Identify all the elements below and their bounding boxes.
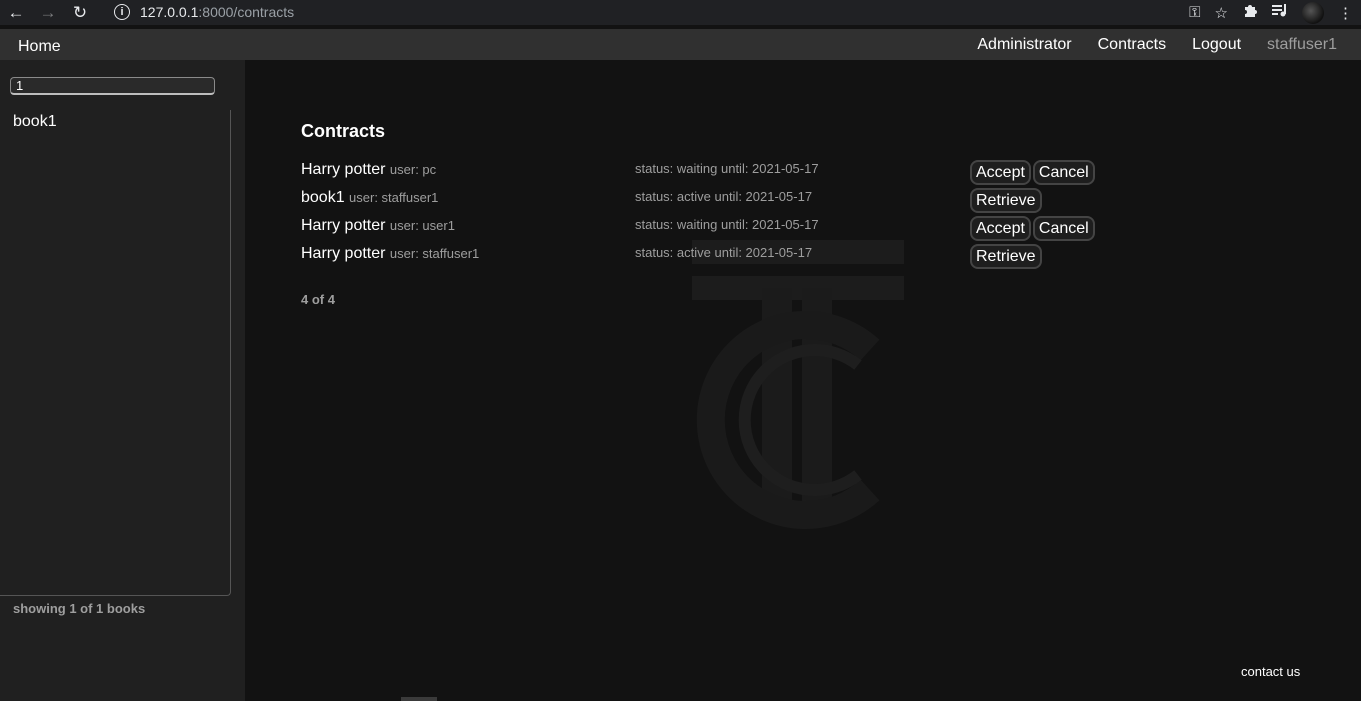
media-queue-icon[interactable] bbox=[1272, 3, 1288, 22]
contract-status: status: waiting until: 2021-05-17 bbox=[635, 217, 819, 232]
page-title: Contracts bbox=[301, 121, 386, 141]
puzzle-icon[interactable] bbox=[1242, 3, 1258, 23]
home-link[interactable]: Home bbox=[18, 38, 61, 56]
contract-user: user: staffuser1 bbox=[349, 190, 439, 205]
books-count: showing 1 of 1 books bbox=[13, 601, 146, 616]
url-path: :8000/contracts bbox=[198, 3, 295, 20]
contract-book-title: book1 bbox=[301, 189, 345, 206]
key-icon[interactable]: ⚿ bbox=[1189, 4, 1200, 21]
app-navbar: Home Administrator Contracts Logout staf… bbox=[0, 29, 1361, 60]
contract-row: Harry potter user: staffuser1 status: ac… bbox=[301, 244, 1101, 272]
url-host: 127.0.0.1 bbox=[140, 3, 199, 20]
contract-row: Harry potter user: pc status: waiting un… bbox=[301, 160, 1101, 188]
profile-avatar[interactable] bbox=[1302, 1, 1324, 24]
site-info-icon[interactable]: i bbox=[114, 3, 130, 20]
bookmark-star-icon[interactable]: ☆ bbox=[1215, 4, 1228, 22]
kebab-menu-icon[interactable]: ⋮ bbox=[1338, 4, 1353, 22]
book-search-input[interactable] bbox=[10, 77, 215, 95]
address-bar[interactable]: i 127.0.0.1:8000/contracts bbox=[104, 0, 1154, 23]
contract-book-title: Harry potter bbox=[301, 217, 386, 234]
contract-status: status: active until: 2021-05-17 bbox=[635, 189, 813, 204]
book-list[interactable]: book1 bbox=[0, 110, 231, 596]
book-list-item[interactable]: book1 bbox=[13, 113, 57, 131]
watermark-logo bbox=[692, 240, 904, 529]
nav-link-administrator[interactable]: Administrator bbox=[977, 36, 1071, 54]
nav-link-logout[interactable]: Logout bbox=[1192, 36, 1241, 54]
cancel-button[interactable]: Cancel bbox=[1032, 160, 1095, 185]
retrieve-button[interactable]: Retrieve bbox=[970, 188, 1042, 213]
reload-icon[interactable]: ↻ bbox=[64, 0, 96, 25]
retrieve-button[interactable]: Retrieve bbox=[970, 244, 1042, 269]
contract-user: user: staffuser1 bbox=[389, 246, 480, 261]
horizontal-scrollbar[interactable] bbox=[401, 697, 437, 701]
back-arrow-icon[interactable]: ← bbox=[0, 0, 32, 25]
contract-row: Harry potter user: user1 status: waiting… bbox=[301, 216, 1101, 244]
contract-row: book1 user: staffuser1 status: active un… bbox=[301, 188, 1101, 216]
accept-button[interactable]: Accept bbox=[970, 216, 1031, 241]
contract-user: user: user1 bbox=[389, 218, 455, 233]
main-content: Contracts Harry potter user: pc status: … bbox=[245, 60, 1361, 701]
contract-status: status: active until: 2021-05-17 bbox=[635, 245, 813, 260]
forward-arrow-icon[interactable]: → bbox=[32, 0, 64, 25]
contract-user: user: pc bbox=[389, 162, 437, 177]
contact-us-link[interactable]: contact us bbox=[1241, 664, 1300, 679]
contract-book-title: Harry potter bbox=[301, 245, 386, 262]
contract-status: status: waiting until: 2021-05-17 bbox=[635, 161, 819, 176]
browser-toolbar: ← → ↻ i 127.0.0.1:8000/contracts ⚿ ☆ ⋮ bbox=[0, 0, 1361, 25]
contract-book-title: Harry potter bbox=[301, 161, 386, 178]
nav-link-contracts[interactable]: Contracts bbox=[1098, 36, 1166, 54]
contracts-count: 4 of 4 bbox=[301, 292, 335, 307]
sidebar: book1 showing 1 of 1 books bbox=[0, 60, 245, 701]
cancel-button[interactable]: Cancel bbox=[1032, 216, 1095, 241]
current-username: staffuser1 bbox=[1267, 36, 1337, 53]
accept-button[interactable]: Accept bbox=[970, 160, 1031, 185]
